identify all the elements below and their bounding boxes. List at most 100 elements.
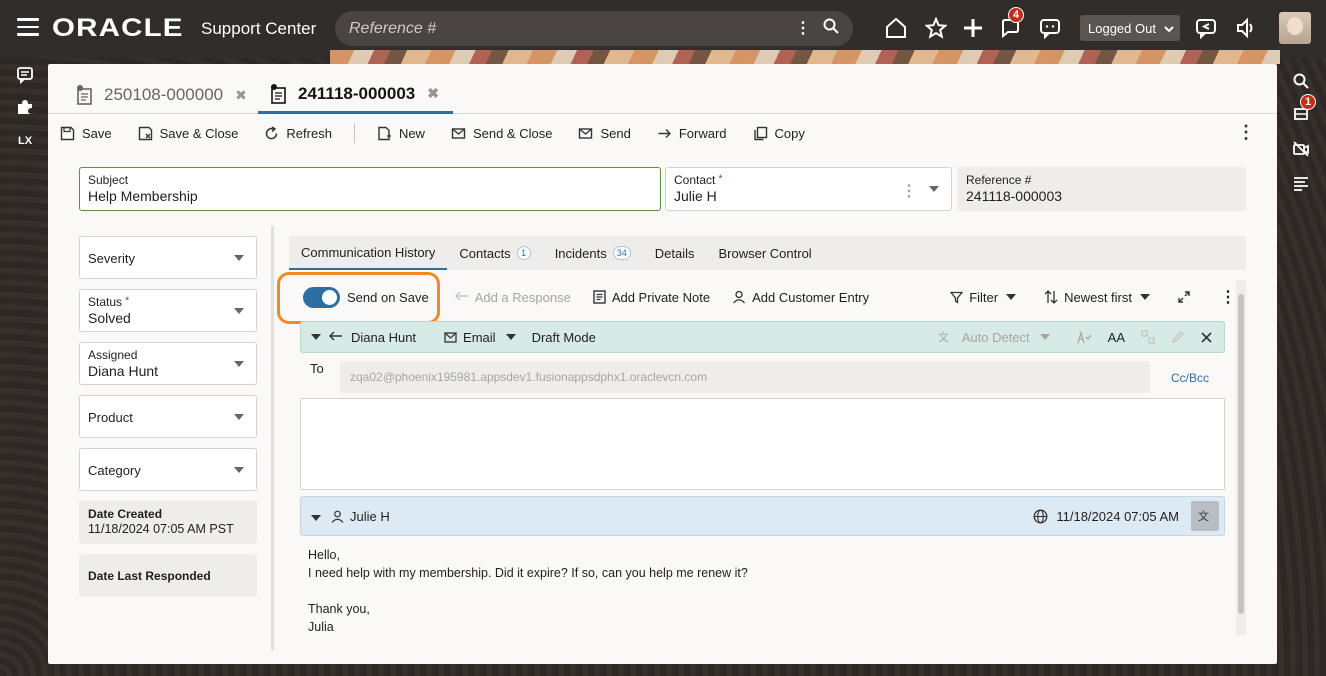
notifications-icon[interactable]: 4 — [996, 7, 1024, 42]
save-close-button[interactable]: Save & Close — [138, 125, 239, 141]
create-plus-icon[interactable] — [959, 14, 987, 42]
compose-header: Diana Hunt Email Draft Mode 文 Auto Detec… — [300, 321, 1225, 353]
product-label: Product — [88, 410, 133, 425]
filter-button[interactable]: Filter — [950, 290, 1022, 305]
cc-bcc-link[interactable]: Cc/Bcc — [1171, 371, 1209, 385]
search-icon[interactable] — [823, 18, 839, 37]
auto-detect-select[interactable]: 文 Auto Detect — [938, 330, 1050, 345]
send-button[interactable]: Send — [578, 126, 631, 141]
hamburger-menu-icon[interactable] — [17, 18, 39, 36]
tab-browser-control[interactable]: Browser Control — [707, 236, 824, 270]
translate-icon[interactable]: 文 — [1191, 501, 1219, 531]
contacts-count-badge: 1 — [516, 246, 531, 260]
person-icon — [331, 510, 344, 523]
chevron-down-icon[interactable] — [234, 307, 244, 314]
chat-bubble-icon[interactable] — [14, 64, 36, 86]
puzzle-icon[interactable] — [14, 96, 36, 118]
chevron-down-icon — [1006, 294, 1017, 300]
message-author: Julie H — [350, 508, 390, 524]
chevron-down-icon — [1164, 22, 1174, 37]
save-button[interactable]: Save — [60, 126, 112, 141]
list-lines-icon[interactable] — [1290, 172, 1312, 194]
lx-icon[interactable]: LX — [14, 130, 36, 152]
search-input[interactable] — [349, 19, 779, 38]
more-options-icon[interactable]: ⋮ — [1220, 287, 1236, 307]
subject-label: Subject — [88, 173, 129, 187]
tab-label: Details — [654, 245, 695, 261]
copy-label: Copy — [774, 125, 805, 141]
user-avatar[interactable] — [1279, 12, 1311, 44]
assigned-field[interactable]: Assigned Diana Hunt — [79, 342, 257, 385]
expand-icon[interactable] — [1178, 291, 1196, 303]
tab-details[interactable]: Details — [643, 236, 707, 270]
add-customer-entry-button[interactable]: Add Customer Entry — [732, 290, 869, 305]
forward-button[interactable]: Forward — [657, 126, 727, 141]
search-bar[interactable]: ⋮ — [335, 11, 853, 46]
scrollbar-thumb[interactable] — [1238, 294, 1244, 614]
messages-icon[interactable] — [1192, 14, 1220, 42]
status-label: Status — [88, 295, 123, 309]
chevron-down-icon[interactable] — [234, 466, 244, 473]
favorites-star-icon[interactable] — [922, 14, 950, 42]
category-field[interactable]: Category — [79, 448, 257, 491]
draft-mode-label: Draft Mode — [531, 329, 596, 345]
tab-250108-000000[interactable]: 250108-000000 ✖ — [76, 76, 247, 114]
close-tab-icon[interactable]: ✖ — [427, 85, 439, 102]
chevron-down-icon[interactable] — [234, 413, 244, 420]
incidents-count-badge: 34 — [612, 246, 631, 260]
edit-pencil-icon[interactable] — [1171, 330, 1185, 344]
tab-communication-history[interactable]: Communication History — [289, 236, 448, 270]
link-icon[interactable] — [1141, 330, 1155, 344]
copy-button[interactable]: Copy — [753, 126, 805, 141]
tab-incidents[interactable]: Incidents 34 — [543, 236, 643, 270]
filter-label: Filter — [969, 289, 999, 305]
tab-contacts[interactable]: Contacts 1 — [447, 236, 542, 270]
chevron-down-icon[interactable] — [929, 186, 939, 192]
font-size-icon[interactable]: AA — [1108, 330, 1125, 345]
status-field[interactable]: Status * Solved — [79, 289, 257, 332]
document-tabs: 250108-000000 ✖ 241118-000003 ✖ — [48, 64, 1277, 114]
search-options-icon[interactable]: ⋮ — [795, 18, 811, 38]
close-compose-icon[interactable] — [1201, 331, 1212, 343]
agent-status-select[interactable]: Logged Out — [1080, 15, 1180, 41]
chevron-down-icon[interactable] — [234, 254, 244, 261]
severity-field[interactable]: Severity — [79, 236, 257, 279]
refresh-button[interactable]: Refresh — [264, 126, 332, 141]
more-actions-icon[interactable]: ⋮ — [1237, 122, 1255, 143]
forward-label: Forward — [678, 125, 727, 141]
add-response-button[interactable]: Add a Response — [454, 289, 571, 305]
agent-queue-icon[interactable]: 1 — [1290, 94, 1316, 124]
volume-icon[interactable] — [1232, 14, 1260, 42]
close-tab-icon[interactable]: ✖ — [235, 87, 247, 104]
collapse-caret-icon[interactable] — [311, 334, 321, 340]
product-field[interactable]: Product — [79, 395, 257, 438]
subject-value: Help Membership — [88, 188, 198, 204]
chevron-down-icon[interactable] — [234, 360, 244, 367]
chevron-down-icon — [1140, 294, 1150, 300]
send-close-button[interactable]: Send & Close — [451, 126, 552, 141]
collapse-caret-icon[interactable] — [311, 509, 321, 524]
contact-options-icon[interactable]: ⋮ — [901, 181, 917, 201]
document-icon — [76, 85, 94, 105]
save-close-label: Save & Close — [159, 125, 239, 141]
add-private-note-button[interactable]: Add Private Note — [593, 290, 710, 305]
channel-select[interactable]: Email — [444, 330, 516, 345]
contact-field[interactable]: Contact * Julie H ⋮ — [665, 167, 952, 211]
sort-button[interactable]: Newest first — [1044, 290, 1156, 305]
date-created-label: Date Created — [88, 507, 163, 521]
compose-body-editor[interactable] — [300, 398, 1225, 490]
top-bar: ORACLE Support Center ⋮ 4 Logged Out — [0, 0, 1326, 64]
tab-label: Browser Control — [718, 245, 812, 261]
chat-icon[interactable] — [1036, 14, 1064, 42]
video-off-icon[interactable] — [1290, 138, 1312, 160]
subject-field[interactable]: Subject Help Membership — [79, 167, 661, 211]
add-private-note-label: Add Private Note — [611, 289, 711, 305]
add-response-label: Add a Response — [474, 289, 571, 305]
search-icon[interactable] — [1290, 70, 1312, 92]
tab-241118-000003[interactable]: 241118-000003 ✖ — [258, 76, 453, 114]
spellcheck-icon[interactable] — [1076, 329, 1092, 345]
communication-toolbar: Send on Save Add a Response Add Private … — [301, 282, 1236, 312]
to-field[interactable]: zqa02@phoenix195981.appsdev1.fusionappsd… — [340, 361, 1150, 393]
new-button[interactable]: New — [377, 126, 425, 141]
home-icon[interactable] — [882, 14, 910, 42]
